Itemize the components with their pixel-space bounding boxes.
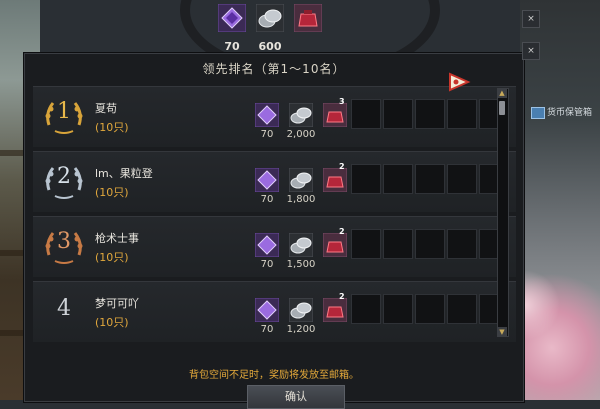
empty-reward-slot xyxy=(383,99,413,129)
catch-count: (10只) xyxy=(95,186,129,199)
empty-reward-slot xyxy=(415,294,445,324)
red-pouch-icon xyxy=(294,4,322,32)
pouch-quantity: 2 xyxy=(339,227,345,236)
pouch-quantity: 2 xyxy=(339,292,345,301)
close-icon[interactable]: × xyxy=(522,42,540,60)
purple-crystal-icon[interactable] xyxy=(255,298,279,322)
empty-reward-slot xyxy=(447,99,477,129)
empty-reward-slot xyxy=(447,164,477,194)
purple-crystal-icon xyxy=(218,4,246,32)
player-name: 梦可可吖 xyxy=(95,297,139,310)
scroll-up-arrow-icon[interactable]: ▲ xyxy=(497,88,507,98)
confirm-button[interactable]: 确认 xyxy=(247,385,345,409)
ranking-row-3[interactable]: 3 枪术士事 (10只) 70 1,500 2 xyxy=(33,216,516,277)
top-reward-summary: 70 600 xyxy=(214,2,334,53)
empty-reward-slot xyxy=(351,164,381,194)
catch-count: (10只) xyxy=(95,121,129,134)
scroll-thumb[interactable] xyxy=(499,101,505,115)
ranking-row-2[interactable]: 2 lm、果粒登 (10只) 70 1,800 2 xyxy=(33,151,516,212)
empty-reward-slot xyxy=(447,229,477,259)
empty-reward-slot xyxy=(447,294,477,324)
empty-reward-slot xyxy=(415,99,445,129)
ranking-row-4[interactable]: 4 梦可可吖 (10只) 70 1,200 2 xyxy=(33,281,516,342)
purple-crystal-icon[interactable] xyxy=(255,168,279,192)
coin-reward: 1,500 xyxy=(286,259,316,270)
empty-reward-slot xyxy=(415,229,445,259)
rank-number: 2 xyxy=(57,164,71,189)
silver-coin-icon[interactable] xyxy=(289,233,313,257)
empty-reward-slot xyxy=(351,229,381,259)
purple-crystal-icon[interactable] xyxy=(255,233,279,257)
vault-icon xyxy=(531,106,545,119)
top-coin-value: 600 xyxy=(258,40,282,53)
ranking-panel: 领先排名（第1～10名） 1 夏苟 (10只) 70 2,000 3 2 lm、… xyxy=(24,53,524,409)
catch-count: (10只) xyxy=(95,251,129,264)
player-name: lm、果粒登 xyxy=(95,167,153,180)
empty-reward-slot xyxy=(415,164,445,194)
player-name: 枪术士事 xyxy=(95,232,139,245)
rank-number: 3 xyxy=(57,229,71,254)
ranking-row-1[interactable]: 1 夏苟 (10只) 70 2,000 3 xyxy=(33,86,516,147)
coin-reward: 2,000 xyxy=(286,129,316,140)
coin-reward: 1,800 xyxy=(286,194,316,205)
inventory-notice: 背包空间不足时，奖励将发放至邮箱。 xyxy=(189,370,359,381)
red-pouch-icon[interactable] xyxy=(323,103,347,127)
ranking-scrollbar[interactable]: ▲ ▼ xyxy=(497,88,509,337)
coin-reward: 1,200 xyxy=(286,324,316,335)
flag-icon[interactable] xyxy=(446,70,472,94)
red-pouch-icon[interactable] xyxy=(323,233,347,257)
silver-coin-icon[interactable] xyxy=(289,103,313,127)
red-pouch-icon[interactable] xyxy=(323,298,347,322)
red-pouch-icon[interactable] xyxy=(323,168,347,192)
currency-vault-link[interactable]: 货币保管箱 xyxy=(531,105,599,121)
pouch-quantity: 3 xyxy=(339,97,345,106)
ranking-list[interactable]: 1 夏苟 (10只) 70 2,000 3 2 lm、果粒登 (10只) 70 … xyxy=(33,86,516,366)
purple-crystal-icon[interactable] xyxy=(255,103,279,127)
pouch-quantity: 2 xyxy=(339,162,345,171)
silver-coin-icon[interactable] xyxy=(289,168,313,192)
rank-number: 1 xyxy=(57,99,71,124)
vault-label: 货币保管箱 xyxy=(547,108,593,118)
catch-count: (10只) xyxy=(95,316,129,329)
empty-reward-slot xyxy=(383,294,413,324)
empty-reward-slot xyxy=(383,164,413,194)
silver-coin-icon xyxy=(256,4,284,32)
close-icon[interactable]: × xyxy=(522,10,540,28)
top-crystal-value: 70 xyxy=(224,40,240,53)
silver-coin-icon[interactable] xyxy=(289,298,313,322)
player-name: 夏苟 xyxy=(95,102,117,115)
empty-reward-slot xyxy=(383,229,413,259)
empty-reward-slot xyxy=(351,99,381,129)
empty-reward-slot xyxy=(351,294,381,324)
rank-number: 4 xyxy=(57,296,71,321)
scroll-down-arrow-icon[interactable]: ▼ xyxy=(497,327,507,337)
